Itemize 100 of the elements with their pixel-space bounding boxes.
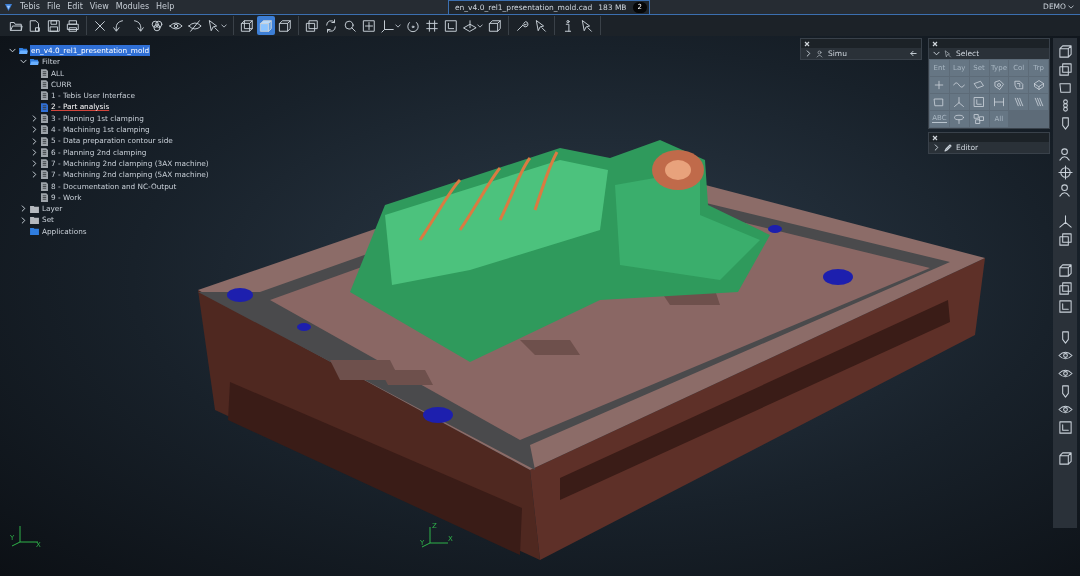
chevron-icon[interactable] [31, 148, 38, 156]
axes-icon [381, 18, 395, 33]
target-icon [1057, 165, 1073, 180]
close-icon[interactable] [932, 134, 938, 141]
close-icon [93, 18, 107, 33]
document-icon [41, 68, 48, 78]
sheet-icon [1057, 80, 1073, 95]
chevron-icon[interactable] [933, 144, 940, 151]
wrench-icon [515, 18, 529, 33]
plane-icon [463, 18, 477, 33]
branch-icon [953, 96, 966, 108]
frame-icon [973, 96, 986, 108]
tool-button[interactable] [973, 113, 986, 125]
frame-icon [1057, 299, 1073, 314]
toolbar-button[interactable] [1057, 299, 1073, 314]
cube-icon [1057, 263, 1073, 278]
save-icon [47, 18, 61, 33]
cluster-icon [973, 113, 986, 125]
toolbar-button[interactable] [1057, 263, 1073, 278]
pointer-icon [534, 18, 548, 33]
chevron-icon[interactable] [31, 137, 38, 145]
logo-icon[interactable] [4, 2, 13, 12]
layers-icon [305, 18, 319, 33]
toolbar-button[interactable] [1057, 281, 1073, 296]
toolbar-button[interactable] [1057, 214, 1073, 229]
toolbar-button[interactable] [1057, 420, 1073, 435]
figure-icon [1057, 147, 1073, 162]
lasso-icon [953, 113, 966, 125]
figure-icon [1057, 183, 1073, 198]
pointer-icon [944, 49, 952, 58]
toolbar-button[interactable] [1057, 80, 1073, 95]
plus-icon [933, 79, 946, 91]
cube-icon [1057, 44, 1073, 59]
chevron-icon[interactable] [31, 171, 38, 179]
toolbar-button[interactable] [1057, 62, 1073, 77]
close-icon[interactable] [932, 40, 938, 47]
pointer-icon [207, 18, 221, 33]
tool-button[interactable] [1032, 79, 1045, 91]
chevron-icon[interactable] [20, 58, 27, 66]
face-icon [1012, 79, 1025, 91]
fit-icon [362, 18, 376, 33]
close-icon[interactable] [804, 40, 810, 47]
menu-item[interactable]: Modules [115, 1, 150, 13]
toolbar-button[interactable] [1057, 451, 1073, 466]
grid-icon [425, 18, 439, 33]
chevron-icon[interactable] [805, 50, 812, 57]
chevron-icon[interactable] [31, 160, 38, 168]
hatch-icon [1032, 96, 1045, 108]
chevron-icon[interactable] [31, 114, 38, 122]
document-icon [41, 193, 48, 202]
surface-icon [973, 79, 986, 91]
chevron-icon[interactable] [20, 205, 27, 213]
layers-icon [1057, 62, 1073, 77]
chevron-icon[interactable] [31, 126, 38, 134]
pointer-icon [580, 18, 594, 33]
curved-arrow-icon [112, 18, 126, 33]
pin-arrow-icon[interactable] [910, 50, 917, 58]
curved-arrow-icon [131, 18, 145, 33]
wave-icon [953, 79, 966, 91]
tool-button[interactable] [992, 96, 1005, 108]
menu-item[interactable]: View [89, 1, 109, 13]
printer-icon [66, 18, 80, 33]
sheet-icon [933, 96, 946, 108]
folder-icon [30, 57, 39, 66]
menu-item[interactable]: Help [156, 1, 175, 13]
folder-icon [19, 46, 28, 55]
refresh-icon [324, 18, 338, 33]
circles-icon [150, 18, 164, 33]
file-icon [28, 18, 42, 33]
menu-item[interactable]: File [46, 1, 61, 13]
figure-icon [816, 49, 824, 58]
search-icon [343, 18, 357, 33]
axis-triad-icon [11, 525, 39, 547]
caret-icon [1068, 4, 1074, 10]
axis-triad-icon [421, 526, 449, 548]
frame-icon [444, 18, 458, 33]
cube-icon [1057, 451, 1073, 466]
toolbar-button[interactable] [1057, 147, 1073, 162]
layers-icon [1057, 281, 1073, 296]
body-icon [1032, 79, 1045, 91]
frame-icon [1057, 420, 1073, 435]
layers-icon [1057, 232, 1073, 247]
dimension-icon [992, 96, 1005, 108]
branch-icon [1057, 214, 1073, 229]
toolbar-button[interactable] [1057, 232, 1073, 247]
pencil-icon [944, 143, 952, 152]
toolbar-button[interactable] [1057, 165, 1073, 180]
chevron-icon[interactable] [20, 216, 27, 224]
cube-icon [259, 18, 273, 33]
tool-button[interactable] [973, 96, 986, 108]
hatch-icon [1012, 96, 1025, 108]
cube-icon [278, 18, 292, 33]
toolbar-button[interactable] [1057, 183, 1073, 198]
menu-item[interactable]: Tebis [20, 1, 40, 13]
menu-item[interactable]: Edit [67, 1, 83, 13]
hidden-icon [188, 18, 202, 33]
cube-icon [240, 18, 254, 33]
chevron-icon[interactable] [9, 47, 16, 55]
chevron-icon[interactable] [933, 50, 940, 57]
toolbar-button[interactable] [1057, 44, 1073, 59]
